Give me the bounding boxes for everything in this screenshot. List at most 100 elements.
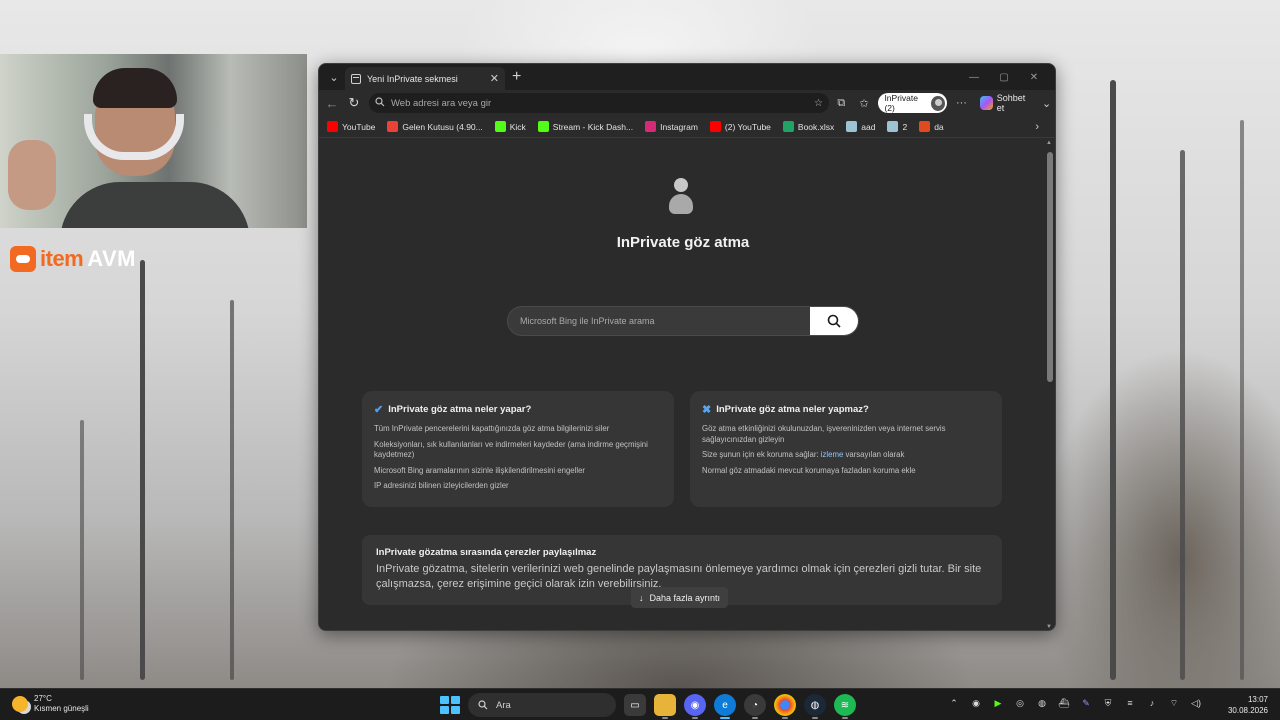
tree-trunk <box>230 300 234 680</box>
bookmark-item[interactable]: (2) YouTube <box>709 121 771 132</box>
search-input[interactable] <box>508 307 810 335</box>
scrollbar[interactable]: ▲ ▼ <box>1045 138 1055 630</box>
search-button[interactable] <box>810 307 858 335</box>
windows-start-icon[interactable] <box>438 694 460 716</box>
toolbar-actions: ⧉ ✩ InPrivate (2) ··· Sohbet et ⌄ <box>833 93 1055 113</box>
bookmark-label: 2 <box>902 121 908 132</box>
edge-icon[interactable]: e <box>714 694 736 719</box>
more-details-button[interactable]: ↓ Daha fazla ayrıntı <box>631 587 729 608</box>
bookmark-item[interactable]: Kick <box>494 121 526 132</box>
bookmark-label: Stream - Kick Dash... <box>552 121 634 132</box>
avatar <box>931 95 946 111</box>
cross-icon: ✖ <box>702 404 712 416</box>
bookmark-label: aad <box>861 121 876 132</box>
webcam-hair <box>93 68 177 108</box>
scroll-thumb[interactable] <box>1047 152 1053 382</box>
inprivate-profile-button[interactable]: InPrivate (2) <box>878 93 948 113</box>
volume-icon[interactable]: ◁) <box>1190 697 1202 709</box>
bookmark-item[interactable]: 2 <box>887 121 907 132</box>
discord-icon[interactable]: ◉ <box>684 694 706 719</box>
bookmark-label: Kick <box>509 121 526 132</box>
tracking-link[interactable]: izleme <box>821 450 844 459</box>
play-tray-icon[interactable]: ▶ <box>992 697 1004 709</box>
bookmark-label: Book.xlsx <box>797 121 835 132</box>
bookmark-item[interactable]: Stream - Kick Dash... <box>537 121 634 132</box>
tab-actions-menu-icon[interactable]: ⌄ <box>323 67 345 87</box>
steam-icon[interactable]: ◍ <box>804 694 826 719</box>
weather-widget[interactable]: 27°C Kısmen güneşli <box>12 694 89 714</box>
webcam-shirt <box>60 182 250 228</box>
copilot-button[interactable]: Sohbet et <box>979 93 1033 113</box>
refresh-icon[interactable]: ↻ <box>343 92 365 114</box>
favorite-star-icon[interactable]: ☆ <box>814 98 823 109</box>
inprivate-label: InPrivate (2) <box>884 93 918 113</box>
discord-tray-icon[interactable]: ◉ <box>970 697 982 709</box>
doesnt-item-prefix: Size şunun için ek koruma sağlar: <box>702 450 819 459</box>
clock-time: 13:07 <box>1247 695 1268 704</box>
chevron-right-icon[interactable]: › <box>1035 121 1039 133</box>
doesnt-card: ✖ InPrivate göz atma neler yapmaz? Göz a… <box>690 391 1002 507</box>
doesnt-item: Göz atma etkinliğinizi okulunuzdan, işve… <box>702 424 946 444</box>
bookmark-item[interactable]: aad <box>846 121 875 132</box>
tab-inprivate[interactable]: Yeni InPrivate sekmesi ✕ <box>345 67 505 90</box>
does-card-title: InPrivate göz atma neler yapar? <box>388 404 532 415</box>
scroll-up-icon[interactable]: ▲ <box>1046 140 1052 146</box>
address-bar[interactable]: ☆ <box>369 93 829 113</box>
close-window-icon[interactable]: ✕ <box>1019 72 1049 83</box>
taskbar-search-label: Ara <box>496 699 511 711</box>
close-tab-icon[interactable]: ✕ <box>490 72 499 85</box>
system-clock[interactable]: 13:07 30.08.2026 <box>1228 694 1268 716</box>
spotify-icon[interactable]: ≋ <box>834 694 856 719</box>
doesnt-card-header: ✖ InPrivate göz atma neler yapmaz? <box>702 403 990 416</box>
bookmark-favicon-icon <box>709 121 721 132</box>
steam-tray-icon[interactable]: ◍ <box>1036 697 1048 709</box>
taskbar-search[interactable]: Ara <box>468 693 616 717</box>
bookmark-item[interactable]: Instagram <box>645 121 698 132</box>
bookmark-label: YouTube <box>342 121 376 132</box>
inprivate-tab-icon <box>351 73 361 84</box>
more-options-icon[interactable]: ··· <box>953 94 970 112</box>
tree-trunk <box>1110 80 1116 680</box>
doesnt-card-title: InPrivate göz atma neler yapmaz? <box>716 404 869 415</box>
bookmark-item[interactable]: Gelen Kutusu (4.90... <box>387 121 483 132</box>
network-icon[interactable]: ⌔ <box>1168 697 1180 709</box>
app-tray-icon[interactable]: ◎ <box>1014 697 1026 709</box>
extensions-icon[interactable]: ⧉ <box>833 94 850 112</box>
arrow-down-icon: ↓ <box>639 592 644 603</box>
microphone-icon[interactable]: ♪ <box>1146 697 1158 709</box>
address-input[interactable] <box>391 97 809 109</box>
tree-trunk <box>1240 120 1244 680</box>
bookmark-item[interactable]: Book.xlsx <box>782 121 835 132</box>
bookmark-label: (2) YouTube <box>724 121 771 132</box>
scroll-down-icon[interactable]: ▼ <box>1046 624 1052 630</box>
bookmark-item[interactable]: YouTube <box>327 121 375 132</box>
minimize-icon[interactable]: — <box>959 72 989 83</box>
does-item: Microsoft Bing aramalarının sizinle iliş… <box>374 465 586 475</box>
temperature: 27°C <box>34 694 52 703</box>
brand-item-text: item <box>40 246 84 271</box>
tree-trunk <box>1180 150 1185 680</box>
does-item: Tüm InPrivate pencerelerini kapattığınız… <box>374 424 610 433</box>
task-view-icon[interactable]: ▭ <box>624 694 646 716</box>
ship-tray-icon[interactable]: ⛴ <box>1058 697 1070 709</box>
bookmark-item[interactable]: da <box>919 121 944 132</box>
brand-logo: item AVM <box>10 244 136 274</box>
security-tray-icon[interactable]: ⛨ <box>1102 697 1114 709</box>
back-icon[interactable]: ← <box>321 92 343 114</box>
new-tab-icon[interactable]: + <box>512 67 521 87</box>
chevron-up-icon[interactable]: ⌃ <box>948 697 960 709</box>
clock-app-icon[interactable]: ◔ <box>744 694 766 719</box>
doesnt-item: Size şunun için ek koruma sağlar: izleme… <box>702 450 990 461</box>
webcam-hand <box>8 140 56 210</box>
search-icon <box>827 314 841 328</box>
feather-tray-icon[interactable]: ✎ <box>1080 697 1092 709</box>
chrome-icon[interactable] <box>774 694 796 719</box>
maximize-icon[interactable]: ▢ <box>989 72 1019 83</box>
browser-window: ⌄ Yeni InPrivate sekmesi ✕ + — ▢ ✕ ← ↻ ☆… <box>318 63 1056 631</box>
favorites-icon[interactable]: ✩ <box>856 94 873 112</box>
language-tray-icon[interactable]: ≡ <box>1124 697 1136 709</box>
gamepad-icon <box>10 246 36 272</box>
chevron-down-icon[interactable]: ⌄ <box>1038 94 1055 112</box>
bookmark-favicon-icon <box>846 121 858 132</box>
file-explorer-icon[interactable] <box>654 694 676 719</box>
